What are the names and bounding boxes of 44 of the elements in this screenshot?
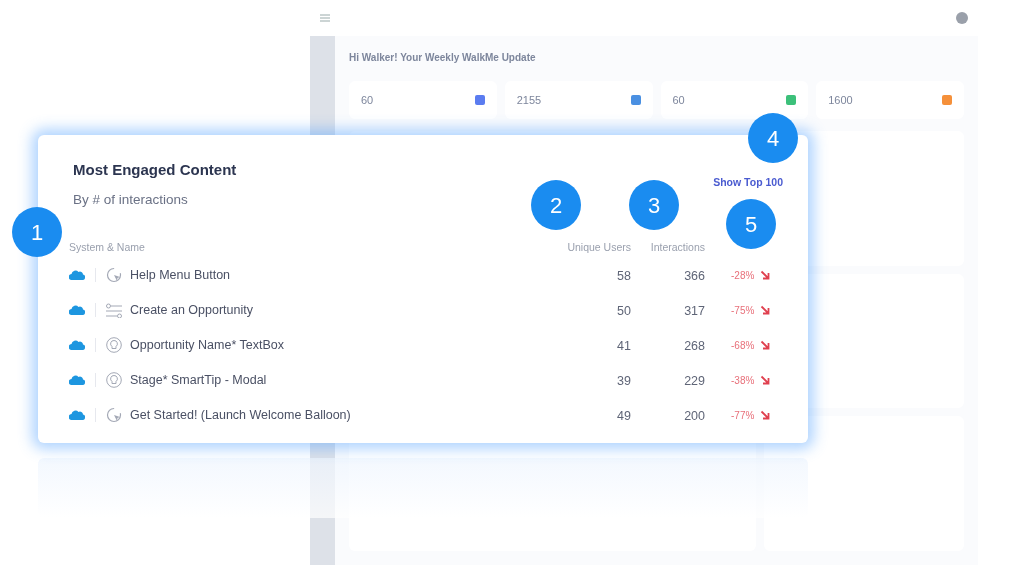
unique-users-value: 41 (617, 339, 631, 354)
interactions-value: 229 (684, 374, 705, 389)
callout-marker: 1 (12, 207, 62, 257)
content-name: Opportunity Name* TextBox (130, 336, 284, 354)
interactions-value: 366 (684, 269, 705, 284)
lightbulb-icon (106, 337, 122, 354)
content-name: Help Menu Button (130, 266, 231, 284)
cloud-icon (69, 375, 85, 386)
unique-users-value: 58 (617, 269, 631, 284)
cloud-icon (69, 410, 85, 421)
column-header: Interactions (650, 240, 705, 253)
column-header: Unique Users (567, 240, 631, 253)
cursor-click-icon (106, 267, 122, 284)
stat-value: 2155 (516, 92, 542, 108)
change-percent: -68% (731, 338, 755, 353)
stat-value: 60 (361, 92, 374, 108)
show-top-link[interactable]: Show Top 100 (713, 175, 783, 191)
greeting-title: Hi Walker! Your Weekly WalkMe Update (349, 51, 537, 65)
lightbulb-icon (106, 372, 122, 389)
content-name: Stage* SmartTip - Modal (130, 371, 267, 389)
interactions-value: 268 (684, 339, 705, 354)
unique-users-value: 49 (617, 409, 631, 424)
cloud-icon (69, 340, 85, 351)
card-subtitle: By # of interactions (73, 190, 189, 209)
unique-users-value: 39 (617, 374, 631, 389)
stat-value: 1600 (828, 92, 853, 108)
change-percent: -38% (731, 373, 755, 388)
interactions-value: 317 (684, 304, 705, 319)
card-title: Most Engaged Content (73, 160, 237, 180)
change-percent: -75% (731, 303, 755, 318)
interactions-value: 200 (684, 409, 705, 424)
content-name: Create an Opportunity (130, 301, 253, 319)
flow-steps-icon (106, 302, 122, 319)
menu-icon (320, 14, 330, 22)
cloud-icon (69, 270, 85, 281)
avatar-icon (956, 12, 968, 24)
unique-users-value: 50 (617, 304, 631, 319)
change-percent: -28% (731, 268, 755, 283)
cursor-click-icon (106, 407, 122, 424)
change-percent: -77% (731, 408, 755, 423)
content-name: Get Started! (Launch Welcome Balloon) (130, 406, 351, 424)
cloud-icon (69, 305, 85, 316)
stat-value: 60 (672, 92, 685, 108)
column-header: System & Name (69, 240, 145, 253)
